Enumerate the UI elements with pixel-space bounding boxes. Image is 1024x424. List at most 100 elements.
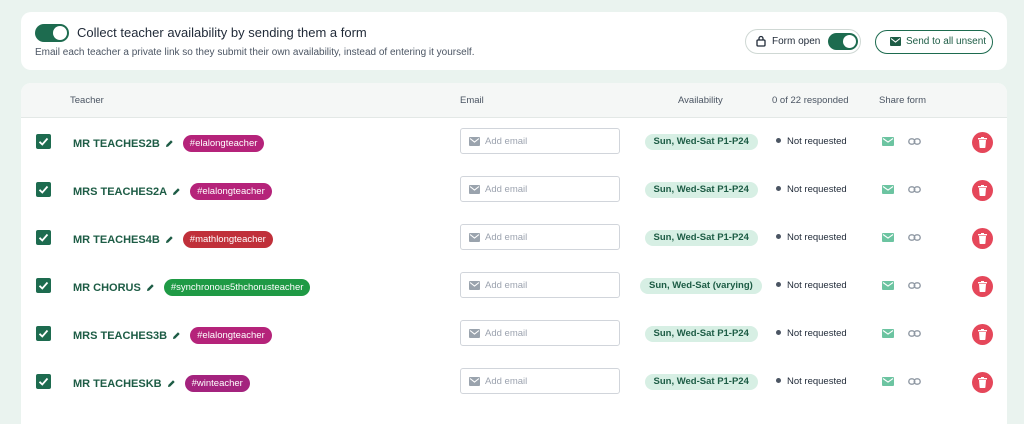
status-dot [776, 234, 781, 239]
pencil-icon[interactable] [146, 283, 155, 292]
teacher-name[interactable]: MRS TEACHES2A [73, 185, 167, 199]
email-input[interactable] [485, 325, 615, 341]
lock-icon [756, 35, 766, 47]
share-mail-icon[interactable] [882, 329, 894, 338]
column-email: Email [460, 95, 484, 106]
pencil-icon[interactable] [172, 331, 181, 340]
availability-badge[interactable]: Sun, Wed-Sat P1-P24 [644, 230, 758, 246]
mail-icon [890, 37, 901, 46]
teacher-name-cell: MR CHORUS #synchronous5thchorusteacher [73, 279, 311, 296]
teacher-table: Teacher Email Availability 0 of 22 respo… [21, 83, 1007, 424]
teacher-tag[interactable]: #synchronous5thchorusteacher [163, 279, 311, 296]
form-open-label: Form open [772, 36, 821, 47]
delete-button[interactable] [972, 132, 993, 153]
teacher-tag[interactable]: #elalongteacher [190, 327, 272, 344]
pencil-icon[interactable] [172, 187, 181, 196]
share-link-icon[interactable] [908, 377, 921, 386]
availability-badge[interactable]: Sun, Wed-Sat P1-P24 [644, 326, 758, 342]
row-checkbox[interactable] [36, 374, 51, 389]
email-field[interactable] [460, 128, 620, 154]
row-checkbox[interactable] [36, 134, 51, 149]
share-link-icon[interactable] [908, 281, 921, 290]
delete-button[interactable] [972, 372, 993, 393]
check-icon [38, 377, 49, 386]
teacher-tag[interactable]: #winteacher [184, 375, 250, 392]
share-link-icon[interactable] [908, 329, 921, 338]
trash-icon [978, 137, 987, 148]
teacher-tag[interactable]: #mathlongteacher [182, 231, 273, 248]
check-icon [38, 233, 49, 242]
check-icon [38, 281, 49, 290]
trash-icon [978, 329, 987, 340]
share-link-icon[interactable] [908, 233, 921, 242]
teacher-name-cell: MR TEACHES2B #elalongteacher [73, 135, 265, 152]
trash-icon [978, 185, 987, 196]
table-row: MR TEACHES4B #mathlongteacher Sun, Wed-S… [21, 214, 1007, 262]
teacher-name[interactable]: MR TEACHESKB [73, 377, 162, 391]
teacher-name-cell: MR TEACHESKB #winteacher [73, 375, 250, 392]
teacher-tag[interactable]: #elalongteacher [182, 135, 265, 152]
delete-button[interactable] [972, 180, 993, 201]
availability-badge[interactable]: Sun, Wed-Sat P1-P24 [644, 182, 758, 198]
delete-button[interactable] [972, 276, 993, 297]
email-input[interactable] [485, 181, 615, 197]
teacher-name-cell: MRS TEACHES2A #elalongteacher [73, 183, 272, 200]
mail-icon [469, 185, 480, 194]
trash-icon [978, 377, 987, 388]
mail-icon [469, 137, 480, 146]
column-responded: 0 of 22 responded [772, 95, 849, 106]
response-status-text: Not requested [787, 184, 847, 195]
teacher-tag[interactable]: #elalongteacher [190, 183, 272, 200]
send-to-all-unsent-button[interactable]: Send to all unsent [875, 30, 993, 54]
response-status-text: Not requested [787, 232, 847, 243]
delete-button[interactable] [972, 228, 993, 249]
delete-button[interactable] [972, 324, 993, 345]
availability-badge[interactable]: Sun, Wed-Sat (varying) [640, 278, 762, 294]
form-open-toggle[interactable] [828, 33, 858, 50]
pencil-icon[interactable] [165, 139, 174, 148]
email-input[interactable] [485, 133, 615, 149]
share-link-icon[interactable] [908, 185, 921, 194]
teacher-name[interactable]: MR TEACHES4B [73, 233, 160, 247]
email-field[interactable] [460, 272, 620, 298]
pencil-icon[interactable] [167, 379, 176, 388]
row-checkbox[interactable] [36, 230, 51, 245]
email-field[interactable] [460, 224, 620, 250]
column-availability: Availability [678, 95, 723, 106]
table-row: MR CHORUS #synchronous5thchorusteacher S… [21, 262, 1007, 310]
collect-availability-toggle[interactable] [35, 24, 69, 42]
response-status: Not requested [776, 232, 847, 244]
row-checkbox[interactable] [36, 326, 51, 341]
email-field[interactable] [460, 320, 620, 346]
mail-icon [469, 377, 480, 386]
trash-icon [978, 281, 987, 292]
share-mail-icon[interactable] [882, 377, 894, 386]
teacher-name[interactable]: MRS TEACHES3B [73, 329, 167, 343]
availability-badge[interactable]: Sun, Wed-Sat P1-P24 [644, 134, 758, 150]
response-status: Not requested [776, 136, 847, 148]
status-dot [776, 138, 781, 143]
email-field[interactable] [460, 368, 620, 394]
teacher-name-cell: MR TEACHES4B #mathlongteacher [73, 231, 273, 248]
teacher-name[interactable]: MR CHORUS [73, 281, 141, 295]
share-link-icon[interactable] [908, 137, 921, 146]
availability-badge[interactable]: Sun, Wed-Sat P1-P24 [644, 374, 758, 390]
email-input[interactable] [485, 277, 615, 293]
form-open-control[interactable]: Form open [745, 29, 861, 54]
teacher-name-cell: MRS TEACHES3B #elalongteacher [73, 327, 272, 344]
pencil-icon[interactable] [165, 235, 174, 244]
row-checkbox[interactable] [36, 278, 51, 293]
share-mail-icon[interactable] [882, 233, 894, 242]
email-input[interactable] [485, 229, 615, 245]
status-dot [776, 330, 781, 335]
row-checkbox[interactable] [36, 182, 51, 197]
share-mail-icon[interactable] [882, 281, 894, 290]
response-status-text: Not requested [787, 136, 847, 147]
trash-icon [978, 233, 987, 244]
share-mail-icon[interactable] [882, 137, 894, 146]
email-input[interactable] [485, 373, 615, 389]
teacher-name[interactable]: MR TEACHES2B [73, 137, 160, 151]
response-status: Not requested [776, 280, 847, 292]
share-mail-icon[interactable] [882, 185, 894, 194]
email-field[interactable] [460, 176, 620, 202]
